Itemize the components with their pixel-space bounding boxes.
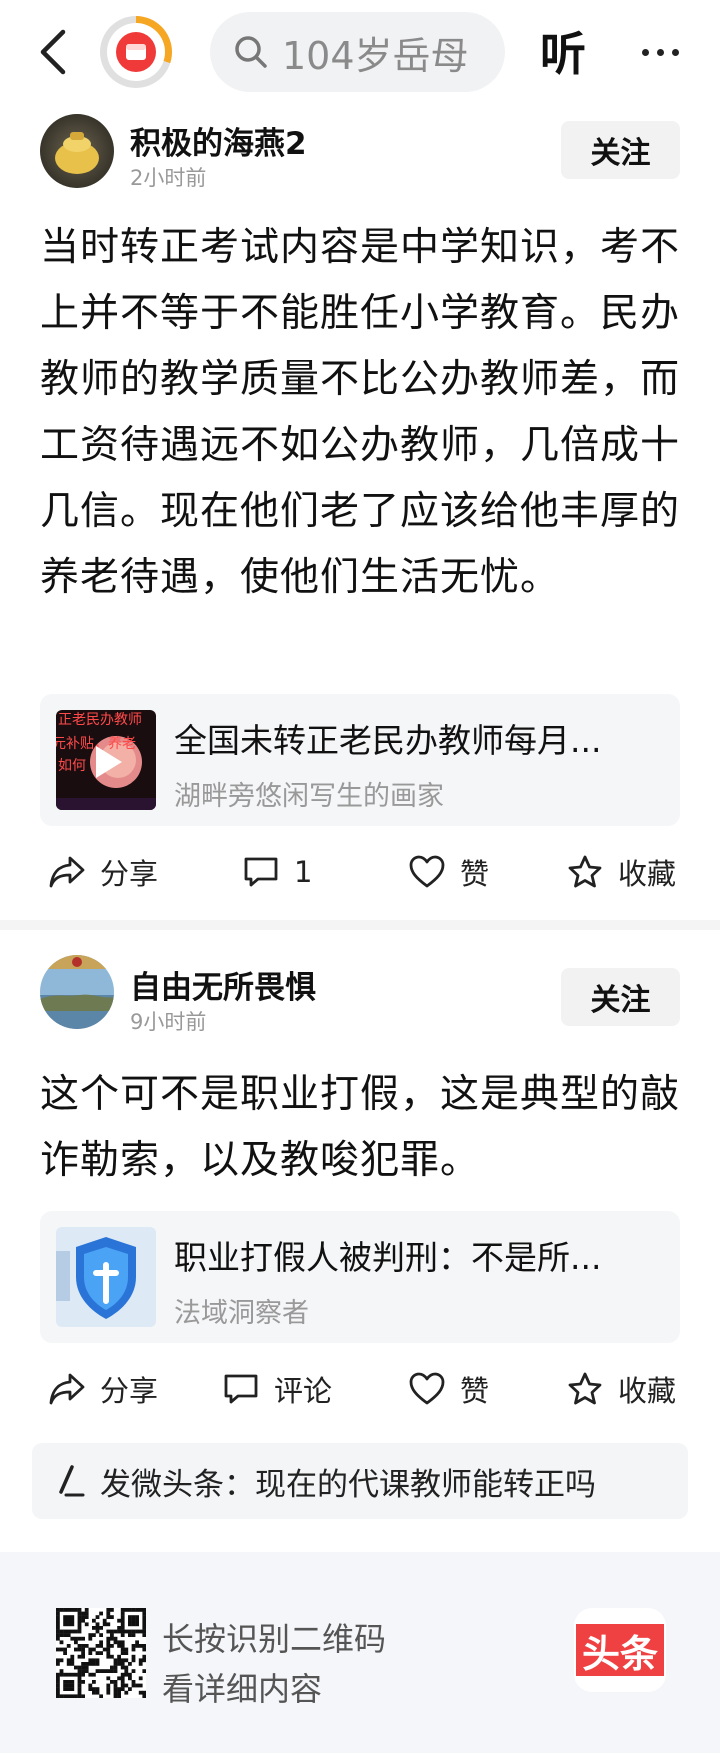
comment-icon: [244, 857, 278, 887]
like-button[interactable]: 赞: [408, 842, 489, 902]
footer: 长按识别二维码 看详细内容 头条: [0, 1552, 720, 1753]
pen-icon: [59, 1465, 85, 1497]
avatar-image: [40, 114, 114, 188]
more-menu-button[interactable]: [632, 24, 688, 80]
collect-label: 收藏: [618, 857, 677, 891]
thumb-line-1: 正老民办教师: [58, 712, 142, 728]
toutiao-logo: 头条: [574, 1608, 666, 1692]
heart-icon: [409, 1372, 445, 1405]
share-button[interactable]: 分享: [48, 842, 158, 902]
follow-button[interactable]: 关注: [561, 121, 680, 179]
avatar-image: [40, 955, 114, 1029]
post-time: 2小时前: [130, 166, 207, 190]
footer-line-1: 长按识别二维码: [162, 1620, 387, 1658]
share-icon: [49, 856, 85, 888]
video-thumbnail: 正老民办教师 元补贴，养老 如何: [56, 710, 156, 810]
like-label: 赞: [460, 857, 490, 891]
avatar[interactable]: [40, 114, 114, 188]
post-time: 9小时前: [130, 1010, 207, 1034]
linked-article-card[interactable]: 职业打假人被判刑：不是所... 法域洞察者: [40, 1211, 680, 1343]
star-icon: [568, 855, 602, 888]
comment-count: 1: [294, 855, 313, 889]
like-button[interactable]: 赞: [408, 1359, 489, 1419]
back-button[interactable]: [30, 22, 74, 82]
post-text: 当时转正考试内容是中学知识，考不上并不等于不能胜任小学教育。民办教师的教学质量不…: [40, 225, 681, 600]
search-icon: [235, 36, 267, 68]
action-bar: 分享 评论 赞 收藏: [0, 1359, 720, 1419]
card-source: 法域洞察者: [174, 1298, 309, 1329]
comment-button[interactable]: 评论: [222, 1359, 332, 1419]
author-name[interactable]: 积极的海燕2: [130, 118, 307, 163]
qr-code: [56, 1608, 147, 1699]
card-title: 全国未转正老民办教师每月...: [174, 721, 602, 760]
comment-button[interactable]: 1: [242, 842, 312, 902]
author-name[interactable]: 自由无所畏惧: [130, 962, 316, 1007]
card-title: 职业打假人被判刑：不是所...: [174, 1238, 602, 1277]
top-bar: 104岁岳母 听: [0, 0, 720, 100]
red-packet-badge[interactable]: [100, 16, 172, 88]
logo-text: 头条: [576, 1624, 664, 1676]
listen-button[interactable]: 听: [540, 18, 586, 84]
linked-article-card[interactable]: 正老民办教师 元补贴，养老 如何 全国未转正老民办教师每月... 湖畔旁悠闲写生…: [40, 694, 680, 826]
action-bar: 分享 1 赞 收藏: [0, 842, 720, 902]
comment-icon: [224, 1374, 258, 1404]
share-label: 分享: [100, 857, 159, 891]
collect-button[interactable]: 收藏: [566, 1359, 676, 1419]
red-packet-icon: [126, 44, 146, 60]
comment-label: 评论: [274, 1374, 333, 1408]
footer-line-2: 看详细内容: [162, 1670, 323, 1708]
search-placeholder: 104岁岳母: [282, 33, 469, 78]
article-thumbnail: [56, 1227, 156, 1327]
dot-icon: [656, 48, 664, 56]
post-text: 这个可不是职业打假，这是典型的敲诈勒索，以及教唆犯罪。: [40, 1072, 681, 1183]
card-source: 湖畔旁悠闲写生的画家: [174, 781, 444, 812]
thumb-line-3: 如何: [58, 758, 86, 774]
dot-icon: [671, 48, 679, 56]
dot-icon: [641, 48, 649, 56]
share-icon: [49, 1373, 85, 1405]
like-label: 赞: [460, 1374, 490, 1408]
star-icon: [568, 1372, 602, 1405]
post-weitoutiao-button[interactable]: 发微头条：现在的代课教师能转正吗: [32, 1443, 688, 1519]
avatar[interactable]: [40, 955, 114, 1029]
chevron-left-icon: [40, 29, 66, 75]
share-button[interactable]: 分享: [48, 1359, 158, 1419]
heart-icon: [409, 855, 445, 888]
search-bar[interactable]: 104岁岳母: [210, 12, 505, 92]
collect-button[interactable]: 收藏: [566, 842, 676, 902]
weitoutiao-label: 发微头条：现在的代课教师能转正吗: [100, 1466, 596, 1503]
share-label: 分享: [100, 1374, 159, 1408]
collect-label: 收藏: [618, 1374, 677, 1408]
follow-button[interactable]: 关注: [561, 968, 680, 1026]
divider: [0, 920, 720, 930]
